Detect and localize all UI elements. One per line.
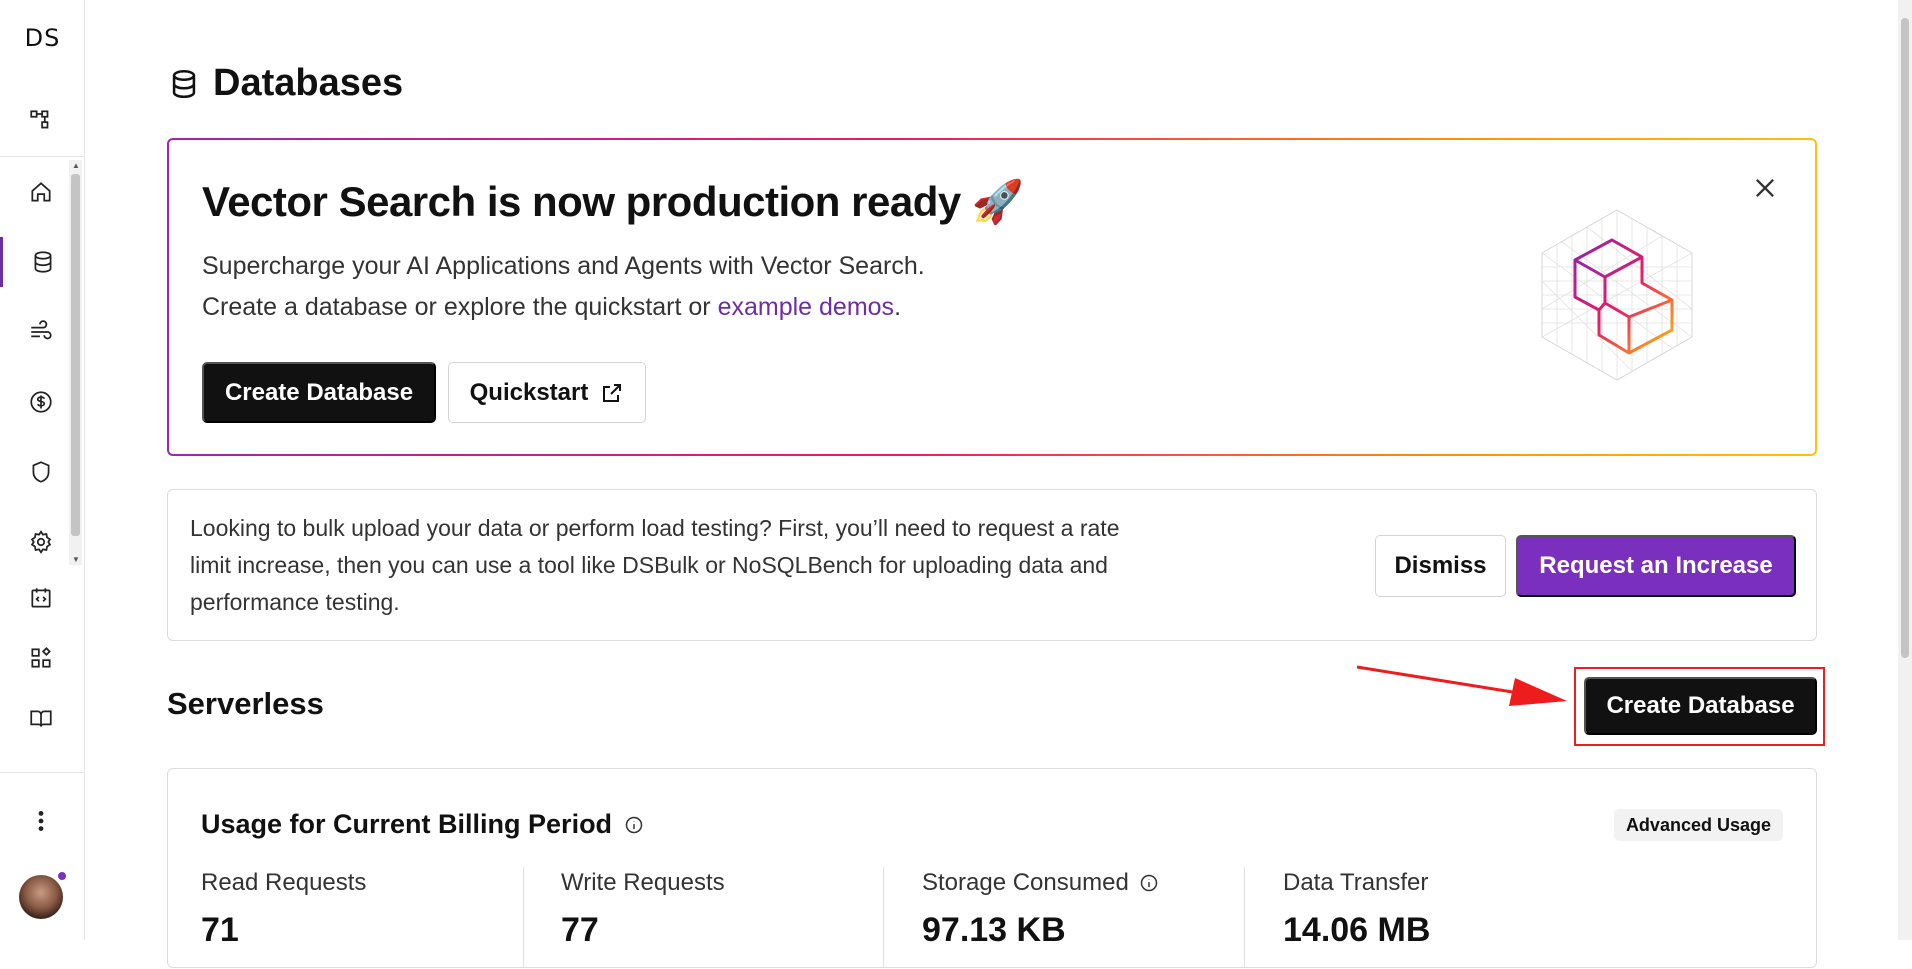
page-scroll-thumb[interactable]: [1901, 18, 1909, 658]
notification-dot: [56, 870, 68, 882]
page-title-text: Databases: [213, 62, 404, 104]
stat-storage-consumed: Storage Consumed 97.13 KB: [922, 869, 1159, 969]
info-icon[interactable]: [624, 815, 644, 835]
dismiss-button[interactable]: Dismiss: [1375, 535, 1506, 597]
vector-search-banner: Vector Search is now production ready 🚀 …: [167, 138, 1817, 456]
sidebar: DS ▲ ▼: [0, 0, 85, 940]
user-avatar[interactable]: [19, 875, 63, 919]
notice-text: Looking to bulk upload your data or perf…: [190, 515, 1120, 615]
stat-data-transfer: Data Transfer 14.06 MB: [1283, 869, 1430, 969]
usage-card: Usage for Current Billing Period Advance…: [167, 768, 1817, 968]
close-icon: [1756, 179, 1774, 197]
promo-line2-prefix: Create a database or explore the quickst…: [202, 293, 718, 321]
serverless-create-database-button[interactable]: Create Database: [1584, 677, 1817, 735]
annotation-arrow: [1356, 665, 1567, 706]
serverless-heading: Serverless: [167, 686, 324, 721]
stat-value: 14.06 MB: [1283, 911, 1431, 949]
example-demos-link[interactable]: example demos: [718, 293, 894, 321]
stat-label: Read Requests: [201, 869, 367, 896]
request-increase-button[interactable]: Request an Increase: [1516, 535, 1796, 597]
stat-value: 97.13 KB: [922, 911, 1066, 949]
page-scrollbar[interactable]: [1898, 0, 1912, 940]
databases-icon: [172, 69, 196, 98]
page-title: Databases: [167, 62, 403, 105]
scroll-down-arrow-icon[interactable]: ▼: [72, 555, 80, 564]
close-banner-button[interactable]: [1749, 172, 1781, 204]
docs-book-icon[interactable]: [0, 694, 82, 744]
scroll-up-arrow-icon[interactable]: ▲: [72, 161, 80, 170]
quickstart-button[interactable]: Quickstart: [448, 362, 646, 423]
usage-title: Usage for Current Billing Period: [201, 809, 644, 840]
rate-limit-notice: Looking to bulk upload your data or perf…: [167, 489, 1817, 641]
ds-logo[interactable]: DS: [0, 24, 85, 52]
stat-value: 71: [201, 911, 239, 949]
promo-line2-suffix: .: [894, 293, 902, 321]
stat-write-requests: Write Requests 77: [561, 869, 725, 969]
sidebar-scrollbar[interactable]: ▲ ▼: [69, 160, 82, 565]
info-icon[interactable]: [1139, 873, 1159, 893]
vector-cube-illustration: [1541, 209, 1693, 381]
promo-description-2: Create a database or explore the quickst…: [202, 293, 901, 322]
external-link-icon: [603, 383, 622, 402]
integrations-icon[interactable]: [0, 633, 82, 683]
more-menu-icon[interactable]: [0, 796, 82, 846]
stat-read-requests: Read Requests 71: [201, 869, 366, 969]
promo-description: Supercharge your AI Applications and Age…: [202, 252, 925, 280]
stat-label: Data Transfer: [1283, 869, 1429, 896]
advanced-usage-button[interactable]: Advanced Usage: [1613, 809, 1783, 841]
stat-value: 77: [561, 911, 599, 949]
api-code-icon[interactable]: [0, 573, 82, 623]
stat-label: Write Requests: [561, 869, 725, 896]
sidebar-scroll-thumb[interactable]: [71, 174, 80, 536]
promo-create-database-button[interactable]: Create Database: [202, 362, 436, 423]
quickstart-label: Quickstart: [469, 378, 589, 406]
promo-title: Vector Search is now production ready 🚀: [202, 178, 1024, 225]
org-structure-icon[interactable]: [0, 95, 82, 145]
stat-label: Storage Consumed: [922, 869, 1159, 897]
usage-title-text: Usage for Current Billing Period: [201, 809, 613, 839]
stat-label-text: Storage Consumed: [922, 869, 1129, 896]
